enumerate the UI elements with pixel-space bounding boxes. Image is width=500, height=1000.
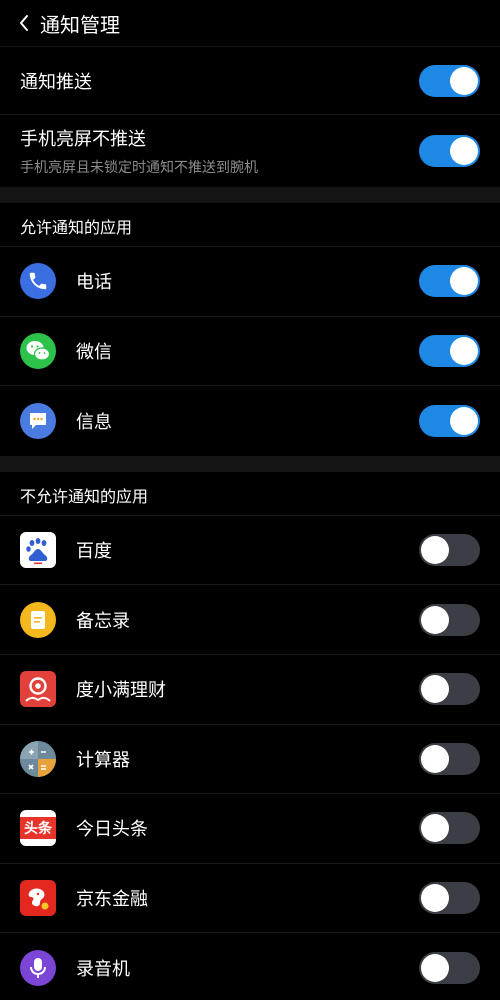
toggle-knob (450, 66, 478, 95)
setting-push-label: 通知推送 (20, 71, 92, 93)
recorder-icon (20, 950, 56, 987)
header: 通知管理 (0, 0, 500, 47)
app-name: 今日头条 (76, 819, 148, 841)
phone-icon (20, 263, 56, 300)
app-name: 度小满理财 (76, 680, 166, 702)
toggle-knob (421, 536, 449, 565)
setting-screen-on: 手机亮屏不推送 手机亮屏且未锁定时通知不推送到腕机 (0, 115, 500, 187)
baidu-icon (20, 532, 56, 569)
toutiao-icon-text: 头条 (20, 817, 56, 840)
messages-icon (20, 402, 56, 439)
setting-screen-on-description: 手机亮屏且未锁定时通知不推送到腕机 (20, 160, 258, 176)
calculator-icon (20, 740, 56, 777)
app-toggle-baidu[interactable] (419, 534, 480, 567)
toggle-knob (450, 406, 478, 435)
duxiaoman-icon (20, 671, 56, 708)
app-row-messages[interactable]: 信息 (0, 386, 500, 456)
app-row-baidu[interactable]: 百度 (0, 516, 500, 586)
jd-finance-icon (20, 880, 56, 917)
app-toggle-memo[interactable] (419, 603, 480, 636)
toggle-knob (421, 954, 449, 983)
page-title: 通知管理 (40, 12, 120, 37)
memo-icon (20, 601, 56, 638)
app-toggle-jd-finance[interactable] (419, 882, 480, 915)
toggle-knob (450, 336, 478, 365)
app-name: 备忘录 (76, 610, 130, 632)
section-divider (0, 455, 500, 472)
back-button[interactable] (18, 13, 36, 33)
app-row-jd-finance[interactable]: 京东金融 (0, 864, 500, 934)
notification-settings-screen: 通知管理 通知推送 手机亮屏不推送 手机亮屏且未锁定时通知不推送到腕机 允许通知… (0, 0, 500, 1000)
app-row-memo[interactable]: 备忘录 (0, 585, 500, 655)
app-name: 计算器 (76, 749, 130, 771)
toggle-knob (421, 744, 449, 773)
app-toggle-wechat[interactable] (419, 334, 480, 367)
app-toggle-phone[interactable] (419, 265, 480, 298)
app-toggle-recorder[interactable] (419, 952, 480, 985)
push-toggle[interactable] (419, 64, 480, 97)
app-row-calculator[interactable]: 计算器 (0, 725, 500, 795)
app-row-phone[interactable]: 电话 (0, 247, 500, 317)
app-row-wechat[interactable]: 微信 (0, 317, 500, 387)
wechat-icon (20, 332, 56, 369)
app-name: 微信 (76, 341, 112, 363)
section-divider (0, 187, 500, 203)
allowed-section-title: 允许通知的应用 (0, 203, 500, 247)
toggle-knob (421, 605, 449, 634)
app-row-duxiaoman[interactable]: 度小满理财 (0, 655, 500, 725)
chevron-left-icon (20, 15, 28, 31)
app-toggle-toutiao[interactable] (419, 812, 480, 845)
setting-screen-on-label: 手机亮屏不推送 (20, 129, 146, 150)
toggle-knob (421, 884, 449, 913)
screen-on-toggle[interactable] (419, 135, 480, 167)
app-row-recorder[interactable]: 录音机 (0, 933, 500, 1000)
app-name: 京东金融 (76, 889, 148, 911)
app-name: 信息 (76, 411, 112, 433)
app-name: 百度 (76, 541, 112, 563)
toggle-knob (421, 675, 449, 704)
toggle-knob (450, 137, 478, 165)
app-name: 电话 (76, 272, 112, 294)
app-name: 录音机 (76, 959, 130, 981)
toggle-knob (450, 267, 478, 296)
toggle-knob (421, 814, 449, 843)
toutiao-icon: 头条 (20, 810, 56, 847)
app-row-toutiao[interactable]: 头条 今日头条 (0, 794, 500, 864)
app-toggle-calculator[interactable] (419, 742, 480, 775)
app-toggle-duxiaoman[interactable] (419, 673, 480, 706)
disallowed-section-title: 不允许通知的应用 (0, 472, 500, 516)
setting-push: 通知推送 (0, 47, 500, 115)
app-toggle-messages[interactable] (419, 404, 480, 437)
